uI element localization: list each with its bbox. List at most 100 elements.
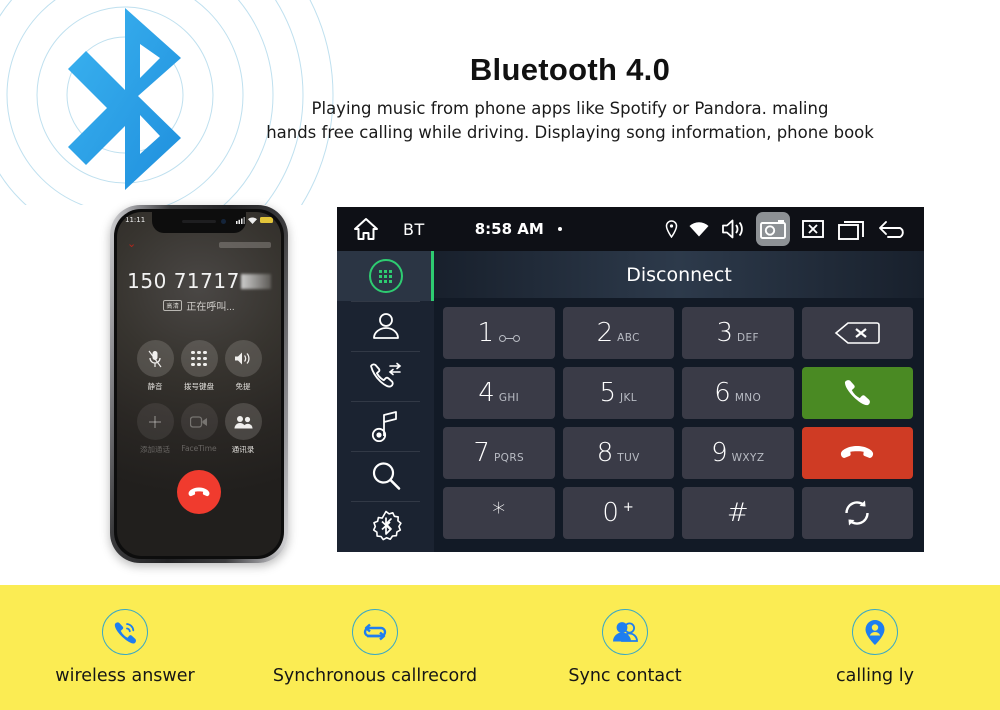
- call-history-icon: [369, 362, 401, 388]
- key-6[interactable]: 6 MNO: [682, 367, 794, 419]
- phone-button-mute[interactable]: 静音: [136, 340, 174, 392]
- key-backspace[interactable]: [801, 307, 913, 359]
- key-letters: MNO: [734, 391, 762, 404]
- volume-icon[interactable]: [716, 212, 750, 246]
- head-unit-body: Disconnect 1 2 ABC 3 DEF 4 GHI 5 JKL 6 M…: [337, 251, 924, 552]
- location-pin-icon[interactable]: [660, 212, 682, 246]
- footer-item-calling-ly[interactable]: calling ly: [750, 609, 1000, 686]
- signal-bars-icon: [236, 216, 245, 224]
- footer-item-label: calling ly: [836, 666, 914, 686]
- key-digit: 5: [599, 378, 616, 408]
- phone-carrier-row: ⌄: [117, 239, 281, 250]
- key-digit: #: [726, 498, 749, 528]
- caller-id-icon: [852, 609, 898, 655]
- sidebar-item-contacts[interactable]: [337, 301, 434, 351]
- key-digit: 7: [473, 438, 490, 468]
- key-9[interactable]: 9 WXYZ: [682, 427, 794, 479]
- sidebar-item-call-history[interactable]: [337, 351, 434, 401]
- home-button[interactable]: [353, 217, 393, 241]
- phone-call-number: 150 71717: [117, 269, 281, 293]
- footer-item-synchronous-callrecord[interactable]: Synchronous callrecord: [250, 609, 500, 686]
- key-hash[interactable]: #: [682, 487, 794, 539]
- key-letters: DEF: [737, 331, 759, 344]
- key-2[interactable]: 2 ABC: [562, 307, 674, 359]
- hd-badge: 高清: [163, 300, 183, 311]
- number-blur-mask: [240, 273, 271, 289]
- key-7[interactable]: 7 PQRS: [443, 427, 555, 479]
- topbar-icon-group: [660, 212, 910, 246]
- backspace-icon: [835, 322, 881, 344]
- recents-icon[interactable]: [836, 212, 870, 246]
- key-digit: 8: [596, 438, 614, 468]
- phone-button-label: FaceTime: [181, 444, 217, 453]
- add-call-icon: [136, 403, 174, 440]
- phone-button-add-call[interactable]: 添加通话: [136, 403, 174, 455]
- header-desc-line-2: hands free calling while driving. Displa…: [266, 122, 874, 142]
- key-sync[interactable]: [801, 487, 913, 539]
- key-digit: 2: [596, 318, 614, 348]
- phone-button-label: 拨号键盘: [184, 382, 214, 391]
- key-5[interactable]: 5 JKL: [562, 367, 674, 419]
- sidebar-item-dialpad[interactable]: [337, 251, 434, 301]
- footer-item-wireless-answer[interactable]: wireless answer: [0, 609, 250, 686]
- phone-button-keypad[interactable]: 拨号键盘: [180, 340, 218, 392]
- key-star[interactable]: *: [443, 487, 555, 539]
- head-unit-main: Disconnect 1 2 ABC 3 DEF 4 GHI 5 JKL 6 M…: [434, 251, 924, 552]
- head-unit-topbar: BT 8:58 AM: [337, 207, 924, 251]
- sidebar-item-bluetooth-settings[interactable]: [337, 501, 434, 551]
- wireless-call-icon: [102, 609, 148, 655]
- phone-status-time: 11:11: [125, 216, 146, 224]
- head-unit-sidebar: [337, 251, 434, 552]
- bluetooth-gear-icon: [372, 510, 402, 541]
- key-call[interactable]: [801, 367, 913, 419]
- phone-button-speaker[interactable]: 免提: [224, 340, 262, 392]
- phone-status-bar: 11:11: [117, 216, 281, 224]
- key-digit: 1: [477, 318, 495, 348]
- end-call-icon: [188, 487, 210, 496]
- sidebar-item-search[interactable]: [337, 451, 434, 501]
- key-3[interactable]: 3 DEF: [682, 307, 794, 359]
- phone-button-contacts[interactable]: 通讯录: [224, 403, 262, 455]
- phone-mockup: 11:11 ⌄ 150 71717 高清 正在呼叫... 静音 拨号键盘 免提 …: [110, 205, 288, 563]
- feature-footer: wireless answer Synchronous callrecord S…: [0, 585, 1000, 710]
- car-head-unit: BT 8:58 AM Disconnect 1 2 ABC 3 DEF 4 GH…: [337, 207, 924, 552]
- footer-item-sync-contact[interactable]: Sync contact: [500, 609, 750, 686]
- phone-button-label: 添加通话: [140, 445, 170, 454]
- wifi-icon: [248, 217, 257, 224]
- sync-loop-icon: [352, 609, 398, 655]
- phone-number-text: 150 71717: [127, 269, 240, 293]
- clock-label: 8:58 AM: [474, 220, 544, 238]
- back-chevron-icon: ⌄: [127, 238, 137, 250]
- home-icon: [354, 218, 378, 240]
- wifi-icon[interactable]: [688, 212, 710, 246]
- header-desc-line-1: Playing music from phone apps like Spoti…: [311, 98, 829, 118]
- key-digit: *: [492, 498, 506, 528]
- phone-bezel: 11:11 ⌄ 150 71717 高清 正在呼叫... 静音 拨号键盘 免提 …: [114, 209, 284, 559]
- footer-item-label: Synchronous callrecord: [272, 666, 478, 686]
- key-letters: JKL: [620, 391, 638, 404]
- speaker-icon: [224, 340, 262, 377]
- key-digit: 4: [478, 378, 495, 408]
- key-letters: +: [622, 500, 635, 515]
- call-state-text: 正在呼叫...: [186, 302, 235, 313]
- key-8[interactable]: 8 TUV: [562, 427, 674, 479]
- dialpad-keypad: 1 2 ABC 3 DEF 4 GHI 5 JKL 6 MNO 7 PQRS 8…: [434, 298, 924, 552]
- key-1[interactable]: 1: [443, 307, 555, 359]
- key-end-call[interactable]: [801, 427, 913, 479]
- bluetooth-icon: [68, 8, 181, 190]
- key-digit: 9: [711, 438, 728, 468]
- music-note-icon: [371, 411, 397, 442]
- key-0[interactable]: 0 +: [562, 487, 674, 539]
- phone-button-facetime[interactable]: FaceTime: [180, 403, 218, 455]
- close-box-icon[interactable]: [796, 212, 830, 246]
- key-4[interactable]: 4 GHI: [443, 367, 555, 419]
- sidebar-item-music[interactable]: [337, 401, 434, 451]
- phone-screen: 11:11 ⌄ 150 71717 高清 正在呼叫... 静音 拨号键盘 免提 …: [117, 212, 281, 556]
- key-letters: GHI: [498, 391, 520, 404]
- phone-end-call-button[interactable]: [177, 470, 221, 514]
- dialpad-icon: [180, 340, 218, 377]
- phone-button-label: 免提: [235, 382, 251, 391]
- key-letters: WXYZ: [731, 451, 765, 464]
- camera-icon[interactable]: [756, 212, 790, 246]
- back-icon[interactable]: [876, 212, 910, 246]
